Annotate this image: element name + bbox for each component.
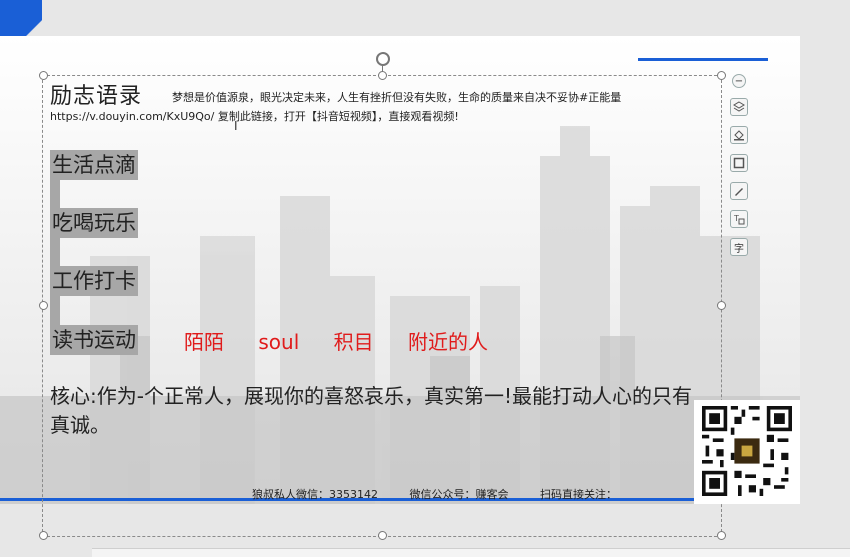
side-toolbar: − T 字: [730, 74, 750, 266]
resize-handle-bl[interactable]: [39, 531, 48, 540]
resize-handle-br[interactable]: [717, 531, 726, 540]
category-food-fun: 吃喝玩乐: [50, 208, 138, 238]
motto-text: 梦想是价值源泉，眼光决定未来，人生有挫折但没有失败，生命的质量来自决不妥协#正能…: [172, 91, 622, 104]
app-soul: soul: [258, 330, 300, 354]
category-connector: [50, 180, 60, 210]
resize-handle-tl[interactable]: [39, 71, 48, 80]
resize-handle-b[interactable]: [378, 531, 387, 540]
footer-scan: 扫码直接关注：: [540, 488, 617, 501]
core-message: 核心:作为-个正常人，展现你的喜怒哀乐，真实第一!最能打动人心的只有真诚。: [50, 384, 692, 437]
slide-title: 励志语录: [50, 84, 143, 109]
text-box-icon[interactable]: T: [730, 210, 748, 228]
footer-wechat: 狼叔私人微信：3353142: [252, 488, 378, 501]
border-icon[interactable]: [730, 154, 748, 172]
resize-handle-tr[interactable]: [717, 71, 726, 80]
font-icon[interactable]: 字: [730, 238, 748, 256]
pen-icon[interactable]: [730, 182, 748, 200]
qr-code-icon: [702, 406, 792, 496]
resize-handle-t[interactable]: [378, 71, 387, 80]
category-reading-sports: 读书运动: [50, 325, 138, 355]
app-nearby: 附近的人: [407, 330, 488, 354]
top-accent-line: [638, 58, 768, 61]
footer-contact: 狼叔私人微信：3353142 微信公众号：赚客会 扫码直接关注：: [252, 486, 645, 502]
text-cursor-icon: I: [234, 119, 238, 133]
selection-frame[interactable]: [42, 75, 722, 537]
qr-code: [694, 400, 800, 504]
app-list: 陌陌 soul 积目 附近的人: [184, 326, 516, 355]
minus-circle-icon[interactable]: −: [732, 74, 746, 88]
douyin-link-text: https://v.douyin.com/KxU9Qo/ 复制此链接，打开【抖音…: [50, 110, 459, 123]
footer-official-account: 微信公众号：赚客会: [409, 488, 509, 501]
resize-handle-l[interactable]: [39, 301, 48, 310]
svg-text:T: T: [733, 214, 739, 223]
rotate-handle[interactable]: [376, 52, 390, 66]
shape-fill-icon[interactable]: [730, 126, 748, 144]
layers-icon[interactable]: [730, 98, 748, 116]
category-connector: [50, 238, 60, 268]
category-work: 工作打卡: [50, 266, 138, 296]
app-jimu: 积目: [333, 330, 374, 354]
category-connector: [50, 296, 60, 326]
category-life: 生活点滴: [50, 150, 138, 180]
resize-handle-r[interactable]: [717, 301, 726, 310]
app-momo: 陌陌: [184, 330, 224, 354]
